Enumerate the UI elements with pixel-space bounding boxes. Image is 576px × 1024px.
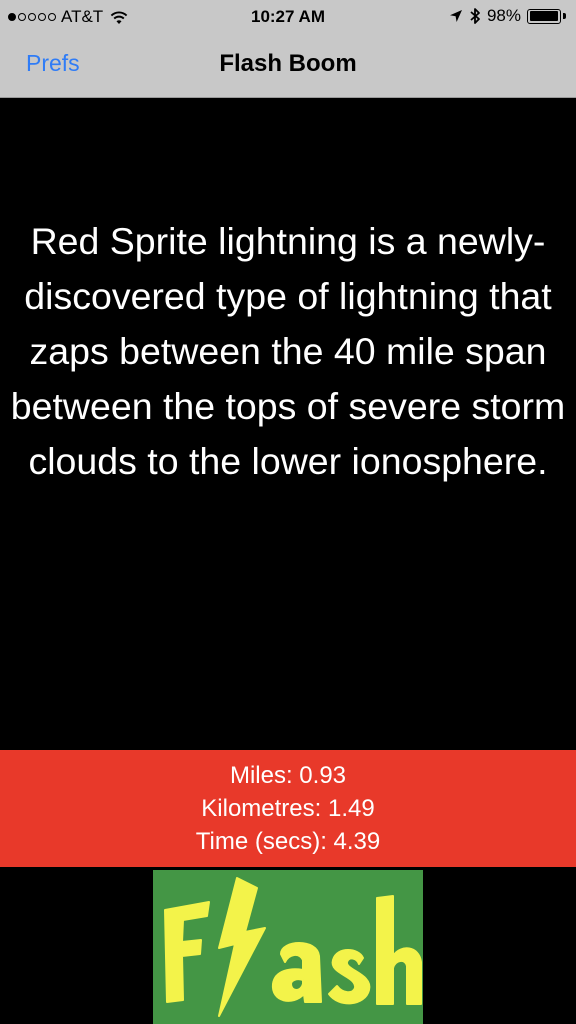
navigation-bar: Prefs Flash Boom: [0, 34, 576, 97]
battery-level: [529, 11, 558, 21]
lightning-fact-text: Red Sprite lightning is a newly-discover…: [10, 220, 566, 482]
kilometres-readout: Kilometres: 1.49: [201, 795, 375, 822]
battery-percent: 98%: [486, 6, 521, 25]
flash-logo-image: [164, 877, 422, 1017]
page-title: Flash Boom: [219, 50, 357, 77]
bluetooth-icon: [470, 8, 480, 24]
distance-stats-panel: Miles: 0.93 Kilometres: 1.49 Time (secs)…: [0, 750, 576, 867]
time-readout: Time (secs): 4.39: [195, 828, 381, 855]
status-bar: AT&T 10:27 AM 98%: [0, 0, 576, 34]
flash-logo-button[interactable]: [153, 870, 423, 1024]
miles-readout: Miles: 0.93: [229, 762, 347, 789]
status-right: 98%: [449, 6, 566, 26]
top-header: AT&T 10:27 AM 98% Prefs Flash Boom: [0, 0, 576, 98]
battery-cap: [563, 13, 566, 19]
location-arrow-icon: [449, 10, 462, 22]
battery-icon: [527, 8, 561, 24]
